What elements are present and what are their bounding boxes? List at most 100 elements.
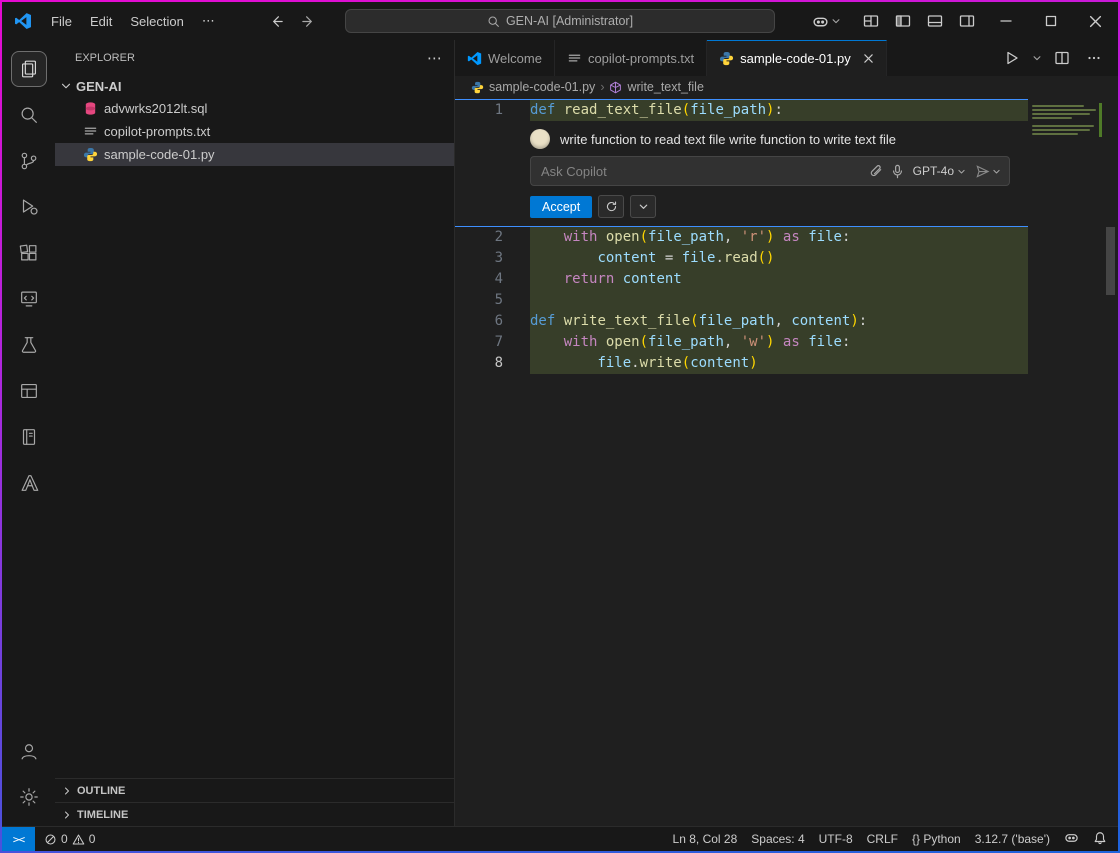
extensions-icon [18, 242, 40, 264]
code-token: 'w' [741, 334, 766, 350]
notifications-bell-icon[interactable] [1093, 831, 1107, 848]
history-forward-icon[interactable] [296, 8, 322, 34]
activitybar-source-control[interactable] [5, 138, 53, 184]
activitybar-testing[interactable] [5, 322, 53, 368]
file-row-python[interactable]: sample-code-01.py [55, 143, 454, 166]
tab-sample-code[interactable]: sample-code-01.py [707, 40, 887, 76]
warning-count: 0 [89, 832, 96, 846]
send-button[interactable] [975, 164, 1001, 179]
microphone-icon[interactable] [890, 164, 905, 179]
chat-prompt-row: write function to read text file write f… [455, 121, 1028, 156]
toggle-changes-icon[interactable] [630, 195, 656, 218]
accounts-button[interactable] [5, 728, 53, 774]
menu-overflow[interactable]: ⋯ [193, 9, 224, 33]
rerun-request-button[interactable] [598, 195, 624, 218]
file-row-sql[interactable]: advwrks2012lt.sql [55, 97, 454, 120]
code-line-4[interactable]: 4 return content [455, 269, 1118, 290]
line-number[interactable]: 1 [455, 100, 530, 121]
line-number[interactable]: 5 [455, 290, 530, 311]
notebook-icon [18, 426, 40, 448]
copilot-menu-button[interactable] [812, 13, 841, 30]
code-line-1[interactable]: 1def read_text_file(file_path): [455, 100, 1028, 121]
status-item[interactable]: CRLF [867, 832, 898, 846]
run-dropdown-icon[interactable] [1030, 45, 1044, 71]
copilot-inline-chat-input[interactable]: GPT-4o [530, 156, 1010, 186]
code-token: file [682, 250, 716, 266]
line-number[interactable]: 8 [455, 353, 530, 374]
run-python-file-button[interactable] [998, 45, 1026, 71]
toggle-panel-icon[interactable] [921, 8, 949, 34]
copilot-status-icon[interactable] [1064, 830, 1079, 848]
toggle-secondary-sidebar-icon[interactable] [953, 8, 981, 34]
status-item[interactable]: 3.12.7 ('base') [975, 832, 1050, 846]
inline-chat-region: 1def read_text_file(file_path): write fu… [455, 99, 1028, 227]
model-picker[interactable]: GPT-4o [913, 164, 966, 178]
activitybar-notebook[interactable] [5, 414, 53, 460]
customize-layout-icon[interactable] [857, 8, 885, 34]
status-item[interactable]: UTF-8 [819, 832, 853, 846]
breadcrumb-file[interactable]: sample-code-01.py [489, 80, 595, 94]
code-token: ) [850, 313, 858, 329]
menu-file[interactable]: File [42, 10, 81, 33]
code-token: write [640, 355, 682, 371]
file-row-txt[interactable]: copilot-prompts.txt [55, 120, 454, 143]
code-line-7[interactable]: 7 with open(file_path, 'w') as file: [455, 332, 1118, 353]
line-number[interactable]: 4 [455, 269, 530, 290]
ask-copilot-input[interactable] [541, 164, 861, 179]
code-line-5[interactable]: 5 [455, 290, 1118, 311]
status-item[interactable]: Ln 8, Col 28 [673, 832, 738, 846]
views-and-more-actions-button[interactable]: ⋯ [427, 49, 442, 67]
code-line-8[interactable]: 8 file.write(content) [455, 353, 1118, 374]
accept-button[interactable]: Accept [530, 196, 592, 218]
split-editor-icon[interactable] [1048, 45, 1076, 71]
explorer-icon [18, 58, 40, 80]
activitybar-extensions[interactable] [5, 230, 53, 276]
tab-close-icon[interactable] [863, 53, 874, 64]
code-token: return [564, 271, 615, 287]
settings-button[interactable] [5, 774, 53, 820]
line-number[interactable]: 3 [455, 248, 530, 269]
outline-section[interactable]: OUTLINE [55, 778, 454, 802]
line-number[interactable]: 2 [455, 227, 530, 248]
code-token [597, 334, 605, 350]
activitybar-run-debug[interactable] [5, 184, 53, 230]
command-center-search[interactable]: GEN-AI [Administrator] [345, 9, 775, 33]
maximize-button[interactable] [1028, 2, 1073, 40]
menu-edit[interactable]: Edit [81, 10, 121, 33]
remote-indicator[interactable]: >< [2, 827, 35, 851]
code-editor[interactable]: 1def read_text_file(file_path): write fu… [455, 98, 1118, 826]
chevron-down-icon [831, 16, 841, 26]
status-item[interactable]: Spaces: 4 [751, 832, 804, 846]
activitybar-explorer[interactable] [5, 46, 53, 92]
menu-selection[interactable]: Selection [121, 10, 192, 33]
tab-copilot-prompts[interactable]: copilot-prompts.txt [555, 40, 707, 76]
tab-welcome[interactable]: Welcome [455, 40, 555, 76]
code-token [555, 313, 563, 329]
breadcrumb-symbol[interactable]: write_text_file [627, 80, 703, 94]
more-actions-icon[interactable] [1080, 45, 1108, 71]
minimize-button[interactable] [983, 2, 1028, 40]
status-item[interactable]: {} Python [912, 832, 961, 846]
activitybar-remote-explorer[interactable] [5, 276, 53, 322]
timeline-section[interactable]: TIMELINE [55, 802, 454, 826]
activitybar-azure[interactable] [5, 460, 53, 506]
line-number[interactable]: 7 [455, 332, 530, 353]
code-line-3[interactable]: 3 content = file.read() [455, 248, 1118, 269]
code-line-6[interactable]: 6def write_text_file(file_path, content)… [455, 311, 1118, 332]
activitybar-remote-window[interactable] [5, 368, 53, 414]
editor-scrollbar-thumb[interactable] [1106, 227, 1115, 295]
code-text: return content [530, 269, 1028, 290]
line-number[interactable]: 6 [455, 311, 530, 332]
close-button[interactable] [1073, 2, 1118, 40]
toggle-primary-sidebar-icon[interactable] [889, 8, 917, 34]
attach-context-icon[interactable] [868, 164, 883, 179]
problems-status[interactable]: 0 0 [44, 832, 95, 846]
model-label: GPT-4o [913, 164, 954, 178]
window-frame: FileEditSelection ⋯ GEN-AI [Administrato… [0, 0, 1120, 853]
history-back-icon[interactable] [264, 8, 290, 34]
code-line-2[interactable]: 2 with open(file_path, 'r') as file: [455, 227, 1118, 248]
folder-row-gen-ai[interactable]: GEN-AI [55, 75, 454, 97]
minimap[interactable] [1032, 103, 1102, 137]
activitybar-search[interactable] [5, 92, 53, 138]
code-token: , [774, 313, 791, 329]
